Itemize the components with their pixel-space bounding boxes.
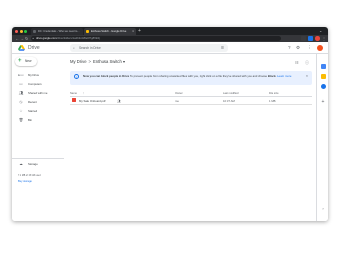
file-table-header: Name ↑ Owner Last modified File size	[70, 91, 312, 97]
drive-favicon	[86, 30, 89, 33]
extension-icon[interactable]	[301, 36, 306, 41]
close-window-button[interactable]	[15, 29, 18, 33]
help-icon[interactable]: ?	[288, 44, 291, 52]
banner-text: To prevent people from sharing unwanted …	[129, 74, 268, 78]
plus-icon: +	[18, 58, 22, 64]
browser-tab-2[interactable]: Enthusa Switch - Google Drive ×	[84, 28, 136, 35]
address-bar: ← → ↻ 🔒︎ drive.google.com/drive/folders/…	[12, 35, 328, 42]
lock-icon: 🔒︎	[32, 37, 34, 40]
expand-panel-icon[interactable]: ›	[321, 206, 326, 211]
cloud-icon: ☁	[19, 162, 23, 166]
file-modified: 10:37 AM	[223, 99, 235, 103]
main-content: My Drive > Enthusa Switch ▾ ☷ ⓘ i Now you …	[64, 54, 316, 221]
profile-icon[interactable]	[315, 36, 320, 41]
maximize-window-button[interactable]	[24, 29, 27, 33]
drive-brand[interactable]: Drive	[28, 42, 40, 54]
breadcrumb-root[interactable]: My Drive	[70, 59, 87, 64]
calendar-icon[interactable]	[320, 64, 326, 69]
info-circle-icon: i	[74, 74, 79, 79]
column-name[interactable]: Name	[70, 91, 77, 97]
people-icon: 👥︎	[18, 91, 24, 95]
browser-window: DC: Credentials - Who we need to... Enth…	[12, 27, 328, 221]
browser-tab-1[interactable]: DC: Credentials - Who we need to...	[31, 28, 83, 35]
block-people-banner: i Now you can block people in Drive To p…	[70, 71, 312, 85]
sidebar-item-label: Recent	[28, 100, 37, 104]
column-file-size[interactable]: File size	[269, 91, 279, 97]
computer-icon: ▭	[19, 82, 23, 86]
learn-more-link[interactable]: Learn more	[277, 74, 291, 78]
sidebar-item-label: Computers	[28, 82, 42, 86]
file-name: My Sale Onboard.pdf	[79, 99, 106, 103]
pdf-icon	[72, 98, 76, 102]
avatar[interactable]	[317, 45, 323, 51]
info-icon[interactable]: ⓘ	[305, 60, 309, 66]
sidebar-divider	[12, 158, 64, 159]
banner-block: Block.	[267, 74, 277, 78]
star-icon: ☆	[19, 109, 23, 113]
breadcrumb: My Drive > Enthusa Switch ▾	[70, 59, 125, 65]
extension-icon[interactable]	[308, 36, 313, 41]
browser-menu-icon[interactable]: ⋮	[322, 35, 326, 42]
table-row[interactable]: My Sale Onboard.pdf 👥︎ me 10:37 AM 1 MB	[70, 98, 312, 105]
tab-title: Enthusa Switch - Google Drive	[91, 30, 127, 33]
sidebar-item-starred[interactable]: ☆ Starred	[12, 108, 64, 115]
sidebar: + New ▸▭ My Drive ▭ Computers 👥︎ Shared …	[12, 54, 64, 221]
tab-favicon	[33, 30, 36, 33]
sidebar-item-label: Shared with me	[28, 91, 48, 95]
buy-storage-link[interactable]: Buy storage	[18, 180, 32, 183]
tab-search-icon[interactable]: ⌄	[319, 27, 322, 35]
new-tab-button[interactable]: +	[138, 27, 141, 35]
search-input[interactable]: ⌕ Search in Drive ☰	[70, 44, 228, 52]
forward-icon[interactable]: →	[20, 35, 24, 42]
trash-icon: 🗑︎	[18, 118, 24, 122]
sidebar-item-label: My Drive	[28, 73, 40, 77]
list-view-icon[interactable]: ☷	[295, 60, 299, 65]
breadcrumb-separator: >	[88, 59, 91, 64]
sort-arrow-icon[interactable]: ↑	[83, 91, 84, 97]
reload-icon[interactable]: ↻	[25, 35, 28, 42]
banner-title: Now you can block people in Drive	[83, 74, 130, 78]
sidebar-item-my-drive[interactable]: ▸▭ My Drive	[12, 72, 64, 79]
sidebar-item-label: Starred	[28, 109, 38, 113]
back-icon[interactable]: ←	[15, 35, 19, 42]
add-addon-icon[interactable]: +	[321, 100, 326, 105]
file-owner: me	[175, 99, 179, 103]
search-placeholder: Search in Drive	[79, 46, 101, 50]
storage-usage-text: 7.1 MB of 15 GB used	[18, 175, 41, 177]
file-size: 1 MB	[269, 99, 276, 103]
column-owner[interactable]: Owner	[175, 91, 183, 97]
sidebar-item-label: Storage	[28, 162, 38, 166]
drive-header: Drive ⌕ Search in Drive ☰ ? ⚙ ⋮	[12, 42, 328, 54]
tab-strip: DC: Credentials - Who we need to... Enth…	[12, 27, 328, 35]
side-panel: + ›	[316, 54, 328, 221]
tasks-icon[interactable]	[320, 84, 326, 89]
minimize-window-button[interactable]	[19, 29, 23, 33]
new-button-label: New	[25, 59, 32, 63]
sidebar-item-storage[interactable]: ☁ Storage	[12, 161, 64, 168]
settings-icon[interactable]: ⚙	[296, 44, 300, 52]
breadcrumb-current[interactable]: Enthusa Switch	[93, 59, 122, 64]
sidebar-item-shared[interactable]: 👥︎ Shared with me	[12, 90, 64, 97]
sidebar-item-label: Bin	[28, 118, 33, 122]
url-path: /drive/folders/1a2b3c4d5e6f7g8h9i0j	[56, 37, 100, 40]
my-drive-icon: ▸▭	[18, 73, 24, 77]
shared-icon: 👥︎	[117, 99, 121, 103]
sidebar-item-bin[interactable]: 🗑︎ Bin	[12, 117, 64, 124]
chevron-down-icon[interactable]: ▾	[123, 59, 125, 64]
clock-icon: ◷	[19, 100, 23, 104]
sidebar-item-recent[interactable]: ◷ Recent	[12, 99, 64, 106]
new-button[interactable]: + New	[15, 57, 37, 66]
close-icon[interactable]: ×	[306, 74, 308, 78]
drive-logo-icon[interactable]	[18, 45, 25, 51]
url-host: drive.google.com	[36, 37, 57, 40]
column-last-modified[interactable]: Last modified	[223, 91, 238, 97]
keep-icon[interactable]	[320, 74, 326, 79]
apps-icon[interactable]: ⋮	[307, 44, 312, 52]
search-icon[interactable]: ⌕	[73, 44, 75, 52]
filter-icon[interactable]: ☰	[221, 44, 224, 52]
sidebar-item-computers[interactable]: ▭ Computers	[12, 81, 64, 88]
tab-title: DC: Credentials - Who we need to...	[38, 30, 80, 33]
url-field[interactable]: 🔒︎ drive.google.com/drive/folders/1a2b3c…	[31, 36, 281, 41]
tab-close-icon[interactable]: ×	[132, 28, 134, 35]
